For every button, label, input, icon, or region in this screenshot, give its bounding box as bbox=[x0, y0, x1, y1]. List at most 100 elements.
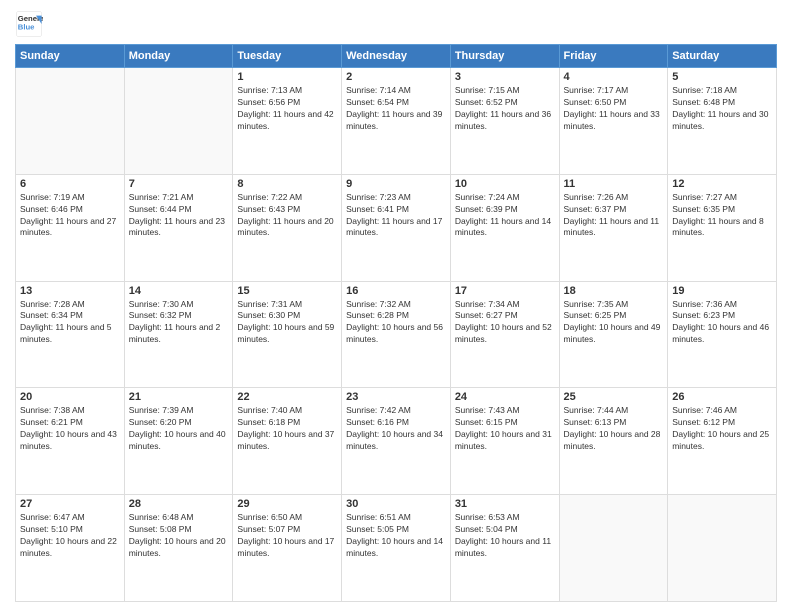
day-number: 30 bbox=[346, 498, 446, 510]
calendar-cell: 10 Sunrise: 7:24 AMSunset: 6:39 PMDayligh… bbox=[450, 174, 559, 281]
calendar-cell: 7 Sunrise: 7:21 AMSunset: 6:44 PMDaylight… bbox=[124, 174, 233, 281]
calendar-cell: 26 Sunrise: 7:46 AMSunset: 6:12 PMDayligh… bbox=[668, 388, 777, 495]
cell-info: Sunrise: 7:13 AMSunset: 6:56 PMDaylight:… bbox=[237, 85, 337, 133]
cell-info: Sunrise: 6:53 AMSunset: 5:04 PMDaylight:… bbox=[455, 512, 555, 560]
cell-info: Sunrise: 7:39 AMSunset: 6:20 PMDaylight:… bbox=[129, 405, 229, 453]
day-number: 5 bbox=[672, 71, 772, 83]
weekday-header: Monday bbox=[124, 45, 233, 68]
cell-info: Sunrise: 7:36 AMSunset: 6:23 PMDaylight:… bbox=[672, 299, 772, 347]
calendar-cell: 17 Sunrise: 7:34 AMSunset: 6:27 PMDayligh… bbox=[450, 281, 559, 388]
calendar-cell: 15 Sunrise: 7:31 AMSunset: 6:30 PMDayligh… bbox=[233, 281, 342, 388]
day-number: 10 bbox=[455, 178, 555, 190]
day-number: 11 bbox=[564, 178, 664, 190]
calendar-cell: 2 Sunrise: 7:14 AMSunset: 6:54 PMDaylight… bbox=[342, 68, 451, 175]
day-number: 27 bbox=[20, 498, 120, 510]
weekday-header: Thursday bbox=[450, 45, 559, 68]
calendar-cell bbox=[124, 68, 233, 175]
weekday-header-row: SundayMondayTuesdayWednesdayThursdayFrid… bbox=[16, 45, 777, 68]
cell-info: Sunrise: 7:35 AMSunset: 6:25 PMDaylight:… bbox=[564, 299, 664, 347]
cell-info: Sunrise: 7:18 AMSunset: 6:48 PMDaylight:… bbox=[672, 85, 772, 133]
day-number: 24 bbox=[455, 391, 555, 403]
cell-info: Sunrise: 7:46 AMSunset: 6:12 PMDaylight:… bbox=[672, 405, 772, 453]
cell-info: Sunrise: 7:44 AMSunset: 6:13 PMDaylight:… bbox=[564, 405, 664, 453]
cell-info: Sunrise: 7:31 AMSunset: 6:30 PMDaylight:… bbox=[237, 299, 337, 347]
cell-info: Sunrise: 7:43 AMSunset: 6:15 PMDaylight:… bbox=[455, 405, 555, 453]
weekday-header: Tuesday bbox=[233, 45, 342, 68]
calendar-cell: 30 Sunrise: 6:51 AMSunset: 5:05 PMDayligh… bbox=[342, 495, 451, 602]
calendar-cell bbox=[559, 495, 668, 602]
calendar-week-row: 27 Sunrise: 6:47 AMSunset: 5:10 PMDayligh… bbox=[16, 495, 777, 602]
calendar-cell: 28 Sunrise: 6:48 AMSunset: 5:08 PMDayligh… bbox=[124, 495, 233, 602]
day-number: 1 bbox=[237, 71, 337, 83]
calendar-cell: 25 Sunrise: 7:44 AMSunset: 6:13 PMDayligh… bbox=[559, 388, 668, 495]
cell-info: Sunrise: 7:27 AMSunset: 6:35 PMDaylight:… bbox=[672, 192, 772, 240]
cell-info: Sunrise: 7:15 AMSunset: 6:52 PMDaylight:… bbox=[455, 85, 555, 133]
calendar-cell bbox=[16, 68, 125, 175]
day-number: 19 bbox=[672, 285, 772, 297]
calendar-cell: 24 Sunrise: 7:43 AMSunset: 6:15 PMDayligh… bbox=[450, 388, 559, 495]
svg-text:Blue: Blue bbox=[18, 23, 35, 32]
cell-info: Sunrise: 7:21 AMSunset: 6:44 PMDaylight:… bbox=[129, 192, 229, 240]
day-number: 18 bbox=[564, 285, 664, 297]
day-number: 15 bbox=[237, 285, 337, 297]
day-number: 28 bbox=[129, 498, 229, 510]
calendar-cell: 12Sunrise: 7:27 AMSunset: 6:35 PMDayligh… bbox=[668, 174, 777, 281]
calendar-cell: 11 Sunrise: 7:26 AMSunset: 6:37 PMDayligh… bbox=[559, 174, 668, 281]
calendar-cell: 1 Sunrise: 7:13 AMSunset: 6:56 PMDaylight… bbox=[233, 68, 342, 175]
cell-info: Sunrise: 7:40 AMSunset: 6:18 PMDaylight:… bbox=[237, 405, 337, 453]
cell-info: Sunrise: 6:50 AMSunset: 5:07 PMDaylight:… bbox=[237, 512, 337, 560]
calendar-cell: 16Sunrise: 7:32 AMSunset: 6:28 PMDayligh… bbox=[342, 281, 451, 388]
day-number: 4 bbox=[564, 71, 664, 83]
day-number: 17 bbox=[455, 285, 555, 297]
day-number: 25 bbox=[564, 391, 664, 403]
calendar-cell: 21 Sunrise: 7:39 AMSunset: 6:20 PMDayligh… bbox=[124, 388, 233, 495]
day-number: 26 bbox=[672, 391, 772, 403]
cell-info: Sunrise: 7:14 AMSunset: 6:54 PMDaylight:… bbox=[346, 85, 446, 133]
cell-info: Sunrise: 6:48 AMSunset: 5:08 PMDaylight:… bbox=[129, 512, 229, 560]
calendar-cell: 8Sunrise: 7:22 AMSunset: 6:43 PMDaylight… bbox=[233, 174, 342, 281]
cell-info: Sunrise: 7:28 AMSunset: 6:34 PMDaylight:… bbox=[20, 299, 120, 347]
calendar-cell: 23 Sunrise: 7:42 AMSunset: 6:16 PMDayligh… bbox=[342, 388, 451, 495]
calendar-week-row: 13 Sunrise: 7:28 AMSunset: 6:34 PMDayligh… bbox=[16, 281, 777, 388]
cell-info: Sunrise: 7:26 AMSunset: 6:37 PMDaylight:… bbox=[564, 192, 664, 240]
weekday-header: Saturday bbox=[668, 45, 777, 68]
day-number: 21 bbox=[129, 391, 229, 403]
cell-info: Sunrise: 7:19 AMSunset: 6:46 PMDaylight:… bbox=[20, 192, 120, 240]
cell-info: Sunrise: 7:34 AMSunset: 6:27 PMDaylight:… bbox=[455, 299, 555, 347]
day-number: 8 bbox=[237, 178, 337, 190]
cell-info: Sunrise: 7:23 AMSunset: 6:41 PMDaylight:… bbox=[346, 192, 446, 240]
header: General Blue bbox=[15, 10, 777, 38]
day-number: 22 bbox=[237, 391, 337, 403]
calendar-cell: 19 Sunrise: 7:36 AMSunset: 6:23 PMDayligh… bbox=[668, 281, 777, 388]
weekday-header: Friday bbox=[559, 45, 668, 68]
day-number: 13 bbox=[20, 285, 120, 297]
calendar-cell: 27 Sunrise: 6:47 AMSunset: 5:10 PMDayligh… bbox=[16, 495, 125, 602]
cell-info: Sunrise: 7:30 AMSunset: 6:32 PMDaylight:… bbox=[129, 299, 229, 347]
cell-info: Sunrise: 7:24 AMSunset: 6:39 PMDaylight:… bbox=[455, 192, 555, 240]
day-number: 16 bbox=[346, 285, 446, 297]
calendar-cell: 31 Sunrise: 6:53 AMSunset: 5:04 PMDayligh… bbox=[450, 495, 559, 602]
calendar-cell: 20Sunrise: 7:38 AMSunset: 6:21 PMDayligh… bbox=[16, 388, 125, 495]
day-number: 31 bbox=[455, 498, 555, 510]
cell-info: Sunrise: 7:17 AMSunset: 6:50 PMDaylight:… bbox=[564, 85, 664, 133]
logo-icon: General Blue bbox=[15, 10, 43, 38]
day-number: 2 bbox=[346, 71, 446, 83]
calendar-cell: 14 Sunrise: 7:30 AMSunset: 6:32 PMDayligh… bbox=[124, 281, 233, 388]
calendar-cell: 22 Sunrise: 7:40 AMSunset: 6:18 PMDayligh… bbox=[233, 388, 342, 495]
calendar-cell: 5 Sunrise: 7:18 AMSunset: 6:48 PMDaylight… bbox=[668, 68, 777, 175]
calendar-cell: 4 Sunrise: 7:17 AMSunset: 6:50 PMDaylight… bbox=[559, 68, 668, 175]
calendar-cell: 18 Sunrise: 7:35 AMSunset: 6:25 PMDayligh… bbox=[559, 281, 668, 388]
calendar-cell bbox=[668, 495, 777, 602]
calendar-week-row: 6Sunrise: 7:19 AMSunset: 6:46 PMDaylight… bbox=[16, 174, 777, 281]
day-number: 9 bbox=[346, 178, 446, 190]
day-number: 14 bbox=[129, 285, 229, 297]
day-number: 23 bbox=[346, 391, 446, 403]
day-number: 7 bbox=[129, 178, 229, 190]
day-number: 3 bbox=[455, 71, 555, 83]
logo: General Blue bbox=[15, 10, 47, 38]
weekday-header: Sunday bbox=[16, 45, 125, 68]
cell-info: Sunrise: 6:47 AMSunset: 5:10 PMDaylight:… bbox=[20, 512, 120, 560]
cell-info: Sunrise: 7:42 AMSunset: 6:16 PMDaylight:… bbox=[346, 405, 446, 453]
cell-info: Sunrise: 6:51 AMSunset: 5:05 PMDaylight:… bbox=[346, 512, 446, 560]
weekday-header: Wednesday bbox=[342, 45, 451, 68]
